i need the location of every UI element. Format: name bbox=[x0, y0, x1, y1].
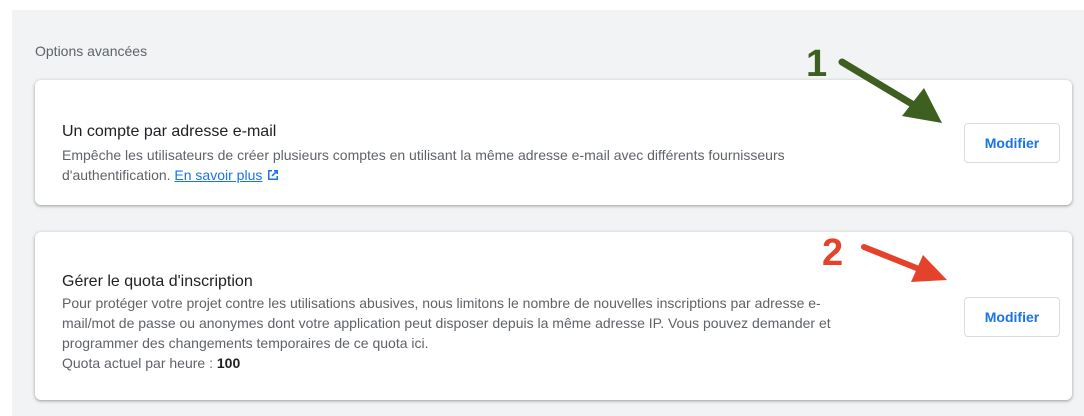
description-line: mail/mot de passe ou anonymes dont votre… bbox=[62, 315, 831, 331]
modify-button[interactable]: Modifier bbox=[964, 297, 1060, 337]
card-signup-quota: Gérer le quota d'inscription Pour protég… bbox=[35, 232, 1072, 400]
quota-label: Quota actuel par heure : bbox=[62, 355, 217, 371]
card-title: Un compte par adresse e-mail bbox=[62, 123, 277, 140]
modify-button[interactable]: Modifier bbox=[964, 123, 1060, 163]
description-line: Pour protéger votre projet contre les ut… bbox=[62, 295, 821, 311]
card-description: Pour protéger votre projet contre les ut… bbox=[62, 293, 942, 373]
annotation-number-2: 2 bbox=[822, 232, 844, 274]
learn-more-link-text[interactable]: En savoir plus bbox=[174, 167, 262, 183]
description-line: programmer des changements temporaires d… bbox=[62, 335, 429, 351]
card-title: Gérer le quota d'inscription bbox=[62, 273, 253, 290]
card-description: Empêche les utilisateurs de créer plusie… bbox=[62, 145, 942, 187]
annotation-number-1: 1 bbox=[806, 43, 828, 85]
description-line: Empêche les utilisateurs de créer plusie… bbox=[62, 147, 785, 163]
quota-value: 100 bbox=[216, 355, 241, 371]
description-line: d'authentification. bbox=[62, 167, 171, 183]
card-one-account-per-email: Un compte par adresse e-mail Empêche les… bbox=[35, 80, 1072, 205]
learn-more-link[interactable]: En savoir plus bbox=[174, 167, 280, 183]
advanced-options-panel: Options avancées Un compte par adresse e… bbox=[12, 10, 1084, 416]
external-link-icon[interactable] bbox=[266, 167, 280, 187]
section-title: Options avancées bbox=[35, 43, 148, 59]
